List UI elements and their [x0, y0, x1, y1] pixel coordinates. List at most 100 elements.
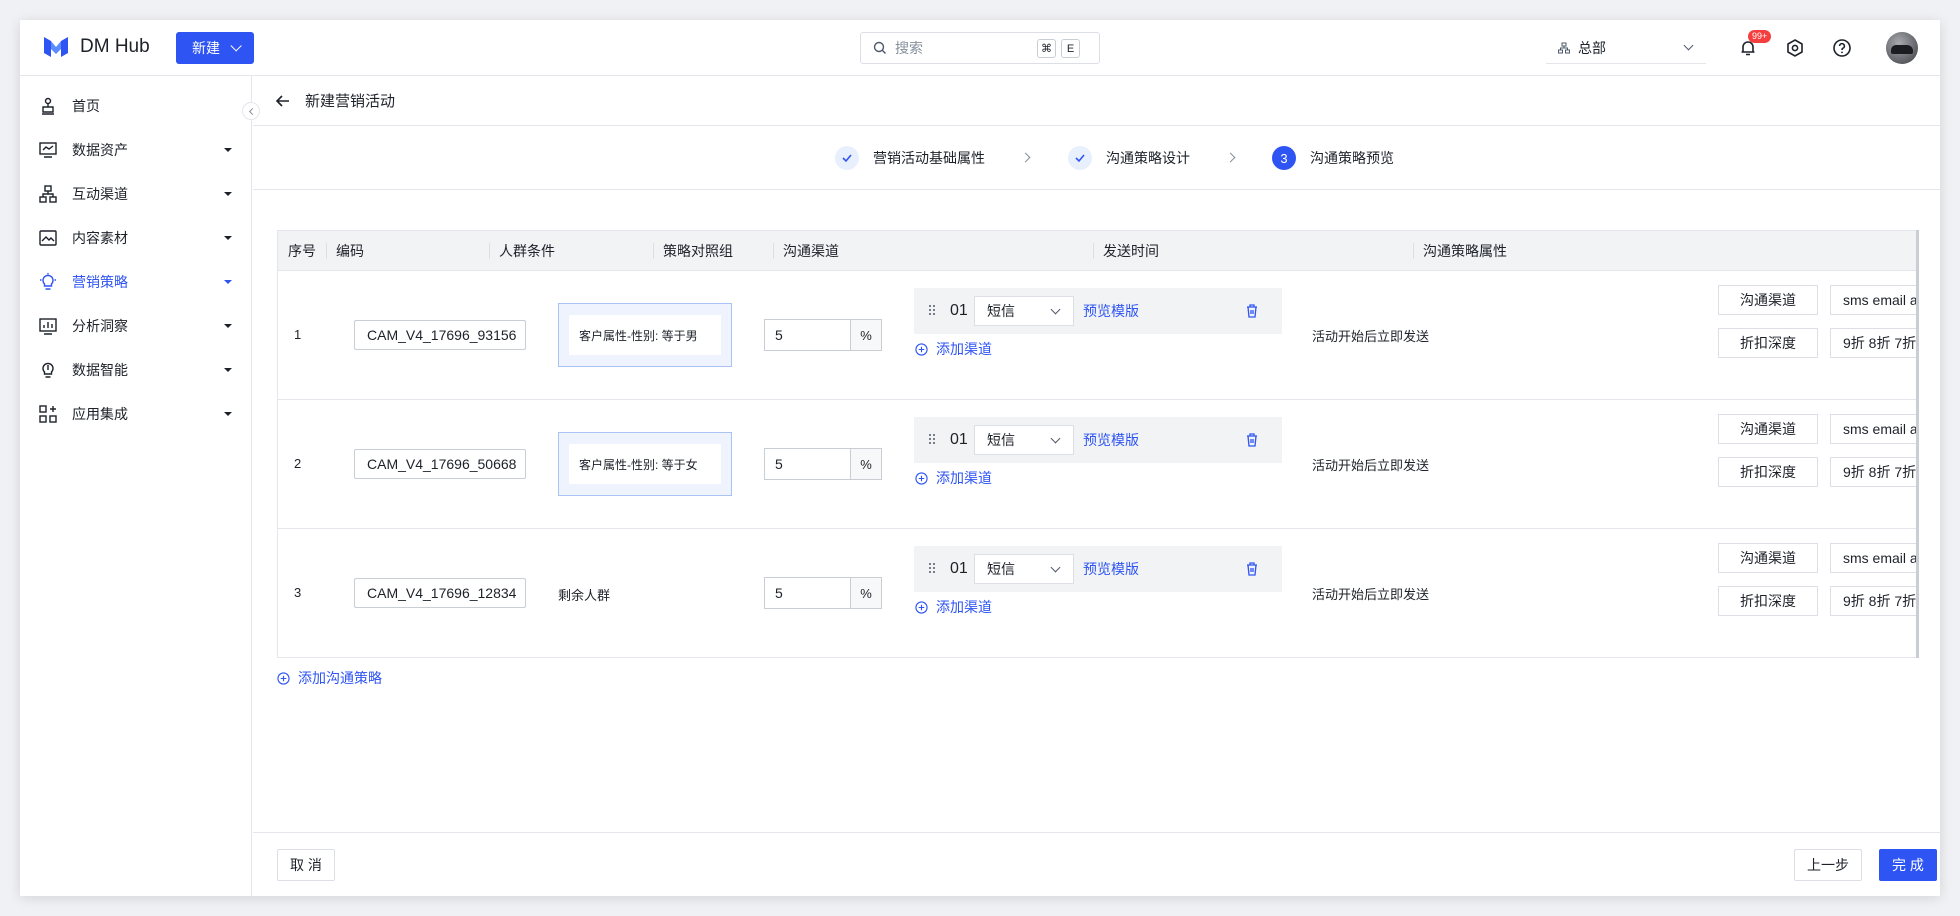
sidebar-item-channels[interactable]: 互动渠道 [20, 174, 252, 214]
attribute-value[interactable]: 9折 8折 7折 [1830, 328, 1916, 358]
code-field[interactable]: CAM_V4_17696_12834 [354, 578, 526, 608]
step-strategy-design[interactable]: 沟通策略设计 [1068, 146, 1190, 170]
search-input[interactable]: 搜索 ⌘ E [860, 32, 1100, 64]
attribute-label[interactable]: 折扣深度 [1718, 328, 1818, 358]
add-channel-label: 添加渠道 [936, 470, 992, 486]
notification-button[interactable]: 99+ [1736, 30, 1772, 60]
audience-condition[interactable]: 客户属性-性别: 等于男 [558, 303, 732, 367]
check-icon [835, 146, 859, 170]
gear-icon [1787, 39, 1803, 57]
attribute-value[interactable]: 9折 8折 7折 [1830, 457, 1916, 487]
attribute-label[interactable]: 折扣深度 [1718, 457, 1818, 487]
new-button[interactable]: 新建 [176, 32, 254, 64]
send-time: 活动开始后立即发送 [1312, 587, 1430, 602]
caret-down-icon [224, 192, 232, 196]
row-index: 3 [294, 585, 302, 600]
drag-handle-icon[interactable] [928, 304, 936, 316]
step-strategy-preview[interactable]: 3 沟通策略预览 [1272, 146, 1394, 170]
plus-circle-icon [915, 471, 928, 485]
table-row: 2 CAM_V4_17696_50668 客户属性-性别: 等于女 5 % 01… [278, 400, 1916, 529]
percent-unit: % [851, 578, 881, 608]
caret-down-icon [224, 412, 232, 416]
add-channel-button[interactable]: 添加渠道 [915, 597, 992, 617]
table-scroll-edge[interactable] [1916, 230, 1919, 658]
add-channel-label: 添加渠道 [936, 341, 992, 357]
chevron-right-icon [1020, 152, 1031, 163]
page-header: 新建营销活动 [253, 76, 1940, 126]
drag-handle-icon[interactable] [928, 562, 936, 574]
control-group-input[interactable]: 5 % [764, 448, 882, 480]
preview-template-link[interactable]: 预览模版 [1083, 301, 1139, 321]
sidebar-item-apps[interactable]: 应用集成 [20, 394, 252, 434]
audience-condition-text: 剩余人群 [558, 588, 611, 603]
control-group-input[interactable]: 5 % [764, 319, 882, 351]
table-row: 1 CAM_V4_17696_93156 客户属性-性别: 等于男 5 % 01… [278, 271, 1916, 400]
add-strategy-button[interactable]: 添加沟通策略 [277, 668, 382, 688]
attribute-label[interactable]: 沟通渠道 [1718, 414, 1818, 444]
channel-select[interactable]: 短信 [974, 554, 1074, 584]
trash-icon[interactable] [1245, 303, 1259, 319]
shortcut-cmd-key: ⌘ [1037, 39, 1056, 58]
channel-item: 01 短信 预览模版 [914, 546, 1282, 592]
finish-button[interactable]: 完 成 [1879, 849, 1937, 881]
caret-down-icon [224, 236, 232, 240]
sidebar-item-content[interactable]: 内容素材 [20, 218, 252, 258]
sidebar-item-strategy[interactable]: 营销策略 [20, 262, 252, 302]
back-arrow-icon[interactable] [275, 93, 291, 109]
search-icon [873, 41, 886, 54]
control-group-input[interactable]: 5 % [764, 577, 882, 609]
add-channel-label: 添加渠道 [936, 599, 992, 615]
audience-condition[interactable]: 客户属性-性别: 等于女 [558, 432, 732, 496]
step-label: 营销活动基础属性 [873, 150, 985, 166]
attribute-value[interactable]: sms email a [1830, 543, 1916, 573]
chevron-down-icon [1050, 304, 1061, 315]
logo[interactable]: DM Hub [42, 34, 150, 60]
add-strategy-label: 添加沟通策略 [298, 670, 382, 686]
attribute-value[interactable]: sms email a [1830, 414, 1916, 444]
attribute-value[interactable]: sms email a [1830, 285, 1916, 315]
org-selector[interactable]: 总部 [1546, 32, 1706, 64]
help-button[interactable] [1830, 36, 1854, 60]
step-basic-attributes[interactable]: 营销活动基础属性 [835, 146, 985, 170]
channel-select-value: 短信 [987, 303, 1015, 319]
sidebar-item-data-assets[interactable]: 数据资产 [20, 130, 252, 170]
content-icon [39, 230, 57, 246]
attribute-label[interactable]: 折扣深度 [1718, 586, 1818, 616]
add-channel-button[interactable]: 添加渠道 [915, 339, 992, 359]
app-window: DM Hub 新建 搜索 ⌘ E 总部 99+ 首页 数据资产 互动渠道 内容素… [20, 20, 1940, 896]
attribute-value[interactable]: 9折 8折 7折 [1830, 586, 1916, 616]
help-icon [1833, 39, 1851, 57]
column-header-index: 序号 [288, 243, 316, 259]
preview-template-link[interactable]: 预览模版 [1083, 430, 1139, 450]
strategy-table: 序号 编码 人群条件 策略对照组 沟通渠道 发送时间 沟通策略属性 1 CAM_… [277, 230, 1917, 658]
sidebar-item-label: 互动渠道 [72, 186, 128, 202]
control-group-value: 5 [765, 578, 851, 608]
audience-condition-text: 客户属性-性别: 等于女 [569, 444, 721, 484]
trash-icon[interactable] [1245, 561, 1259, 577]
attribute-label[interactable]: 沟通渠道 [1718, 543, 1818, 573]
main-content: 新建营销活动 营销活动基础属性 沟通策略设计 3 沟通策略预览 序号 编码 人群… [253, 76, 1940, 896]
channel-select[interactable]: 短信 [974, 425, 1074, 455]
attribute-label[interactable]: 沟通渠道 [1718, 285, 1818, 315]
preview-template-link[interactable]: 预览模版 [1083, 559, 1139, 579]
chevron-left-icon [248, 107, 256, 115]
previous-step-button[interactable]: 上一步 [1794, 849, 1862, 881]
settings-button[interactable] [1783, 36, 1807, 60]
sidebar-item-label: 内容素材 [72, 230, 128, 246]
sidebar-item-intelligence[interactable]: 数据智能 [20, 350, 252, 390]
chevron-down-icon [230, 40, 242, 52]
caret-down-icon [224, 324, 232, 328]
code-field[interactable]: CAM_V4_17696_50668 [354, 449, 526, 479]
channel-select[interactable]: 短信 [974, 296, 1074, 326]
code-field[interactable]: CAM_V4_17696_93156 [354, 320, 526, 350]
drag-handle-icon[interactable] [928, 433, 936, 445]
audience-condition-text: 客户属性-性别: 等于男 [569, 315, 721, 355]
sidebar-item-home[interactable]: 首页 [20, 86, 252, 126]
trash-icon[interactable] [1245, 432, 1259, 448]
sidebar-item-analytics[interactable]: 分析洞察 [20, 306, 252, 346]
table-row: 3 CAM_V4_17696_12834 剩余人群 5 % 01 短信 预览模版 [278, 529, 1916, 657]
add-channel-button[interactable]: 添加渠道 [915, 468, 992, 488]
cancel-button[interactable]: 取 消 [277, 849, 335, 881]
sidebar-collapse-button[interactable] [242, 102, 260, 120]
avatar[interactable] [1886, 32, 1918, 64]
